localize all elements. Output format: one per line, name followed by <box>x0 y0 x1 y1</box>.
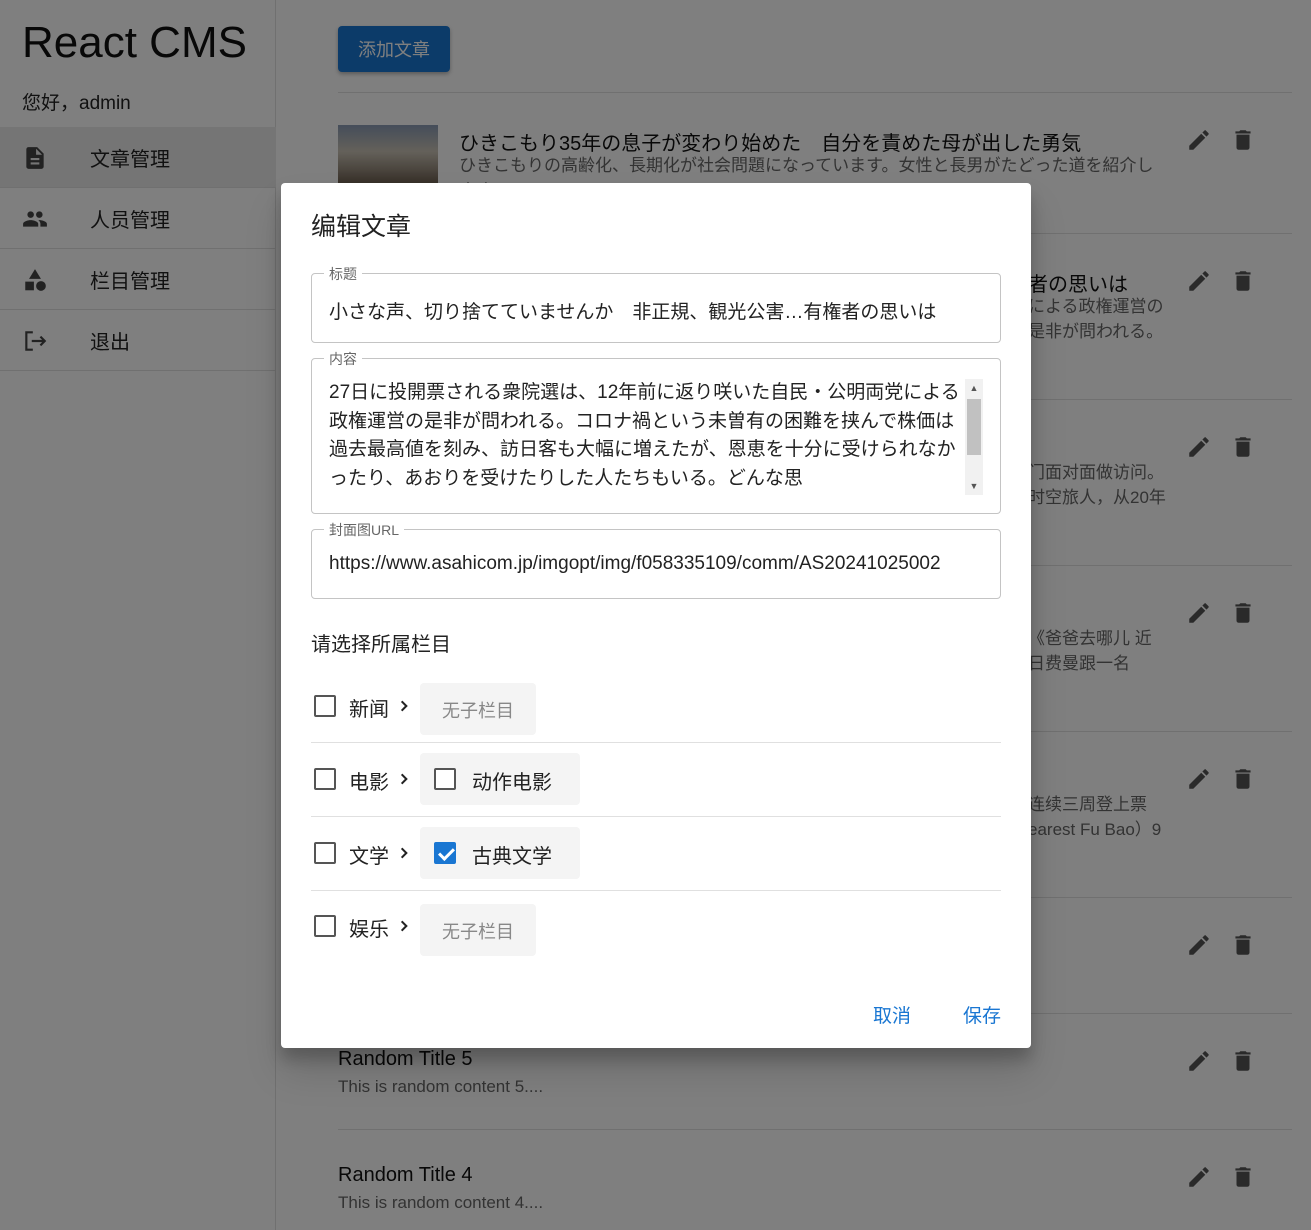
category-name: 电影 <box>349 772 389 794</box>
category-checkbox[interactable] <box>314 695 336 717</box>
category-row-news: 新闻 无子栏目 <box>311 669 1001 743</box>
subcategory-empty-text: 无子栏目 <box>442 922 514 942</box>
category-checkbox[interactable] <box>314 768 336 790</box>
title-input[interactable]: 小さな声、切り捨てていませんか 非正規、観光公害…有権者の思いは <box>329 297 989 324</box>
subcategory-label: 动作电影 <box>472 772 552 794</box>
subcategory-box: 无子栏目 <box>420 683 536 735</box>
category-row-movies: 电影 动作电影 <box>311 743 1001 817</box>
subcategory-label: 古典文学 <box>472 846 552 868</box>
chevron-right-icon <box>400 847 408 859</box>
title-field[interactable]: 标题 小さな声、切り捨てていませんか 非正規、観光公害…有権者の思いは <box>311 264 1001 343</box>
cover-url-field-label: 封面图URL <box>324 520 405 540</box>
cover-url-field[interactable]: 封面图URL https://www.asahicom.jp/imgopt/im… <box>311 520 1001 599</box>
content-scrollbar[interactable]: ▲ ▼ <box>965 379 983 495</box>
subcategory-checkbox-checked[interactable] <box>434 842 456 864</box>
content-field-label: 内容 <box>324 349 362 369</box>
cancel-button[interactable]: 取消 <box>873 1001 911 1028</box>
content-textarea[interactable]: 27日に投開票される衆院選は、12年前に返り咲いた自民・公明両党による政権運営の… <box>329 379 961 495</box>
category-name: 文学 <box>349 846 389 868</box>
scroll-up-arrow-icon[interactable]: ▲ <box>965 379 983 397</box>
category-name: 新闻 <box>349 699 389 721</box>
title-field-label: 标题 <box>324 264 362 284</box>
scrollbar-thumb[interactable] <box>967 399 981 455</box>
subcategory-box: 无子栏目 <box>420 904 536 956</box>
save-button[interactable]: 保存 <box>963 1001 1001 1028</box>
subcategory-empty-text: 无子栏目 <box>442 701 514 721</box>
edit-article-dialog: 编辑文章 标题 小さな声、切り捨てていませんか 非正規、観光公害…有権者の思いは… <box>281 183 1031 1048</box>
dialog-title: 编辑文章 <box>311 213 412 241</box>
category-row-literature: 文学 古典文学 <box>311 817 1001 891</box>
category-section-label: 请选择所属栏目 <box>311 634 451 656</box>
category-name: 娱乐 <box>349 919 389 941</box>
subcategory-checkbox[interactable] <box>434 768 456 790</box>
chevron-right-icon <box>400 920 408 932</box>
scroll-down-arrow-icon[interactable]: ▼ <box>965 477 983 495</box>
cover-url-input[interactable]: https://www.asahicom.jp/imgopt/img/f0583… <box>329 553 989 575</box>
subcategory-box[interactable]: 动作电影 <box>420 753 580 805</box>
chevron-right-icon <box>400 773 408 785</box>
category-checkbox[interactable] <box>314 915 336 937</box>
category-row-entertainment: 娱乐 无子栏目 <box>311 891 1001 965</box>
content-field[interactable]: 内容 27日に投開票される衆院選は、12年前に返り咲いた自民・公明両党による政権… <box>311 349 1001 514</box>
chevron-right-icon <box>400 700 408 712</box>
category-checkbox[interactable] <box>314 842 336 864</box>
subcategory-box[interactable]: 古典文学 <box>420 827 580 879</box>
